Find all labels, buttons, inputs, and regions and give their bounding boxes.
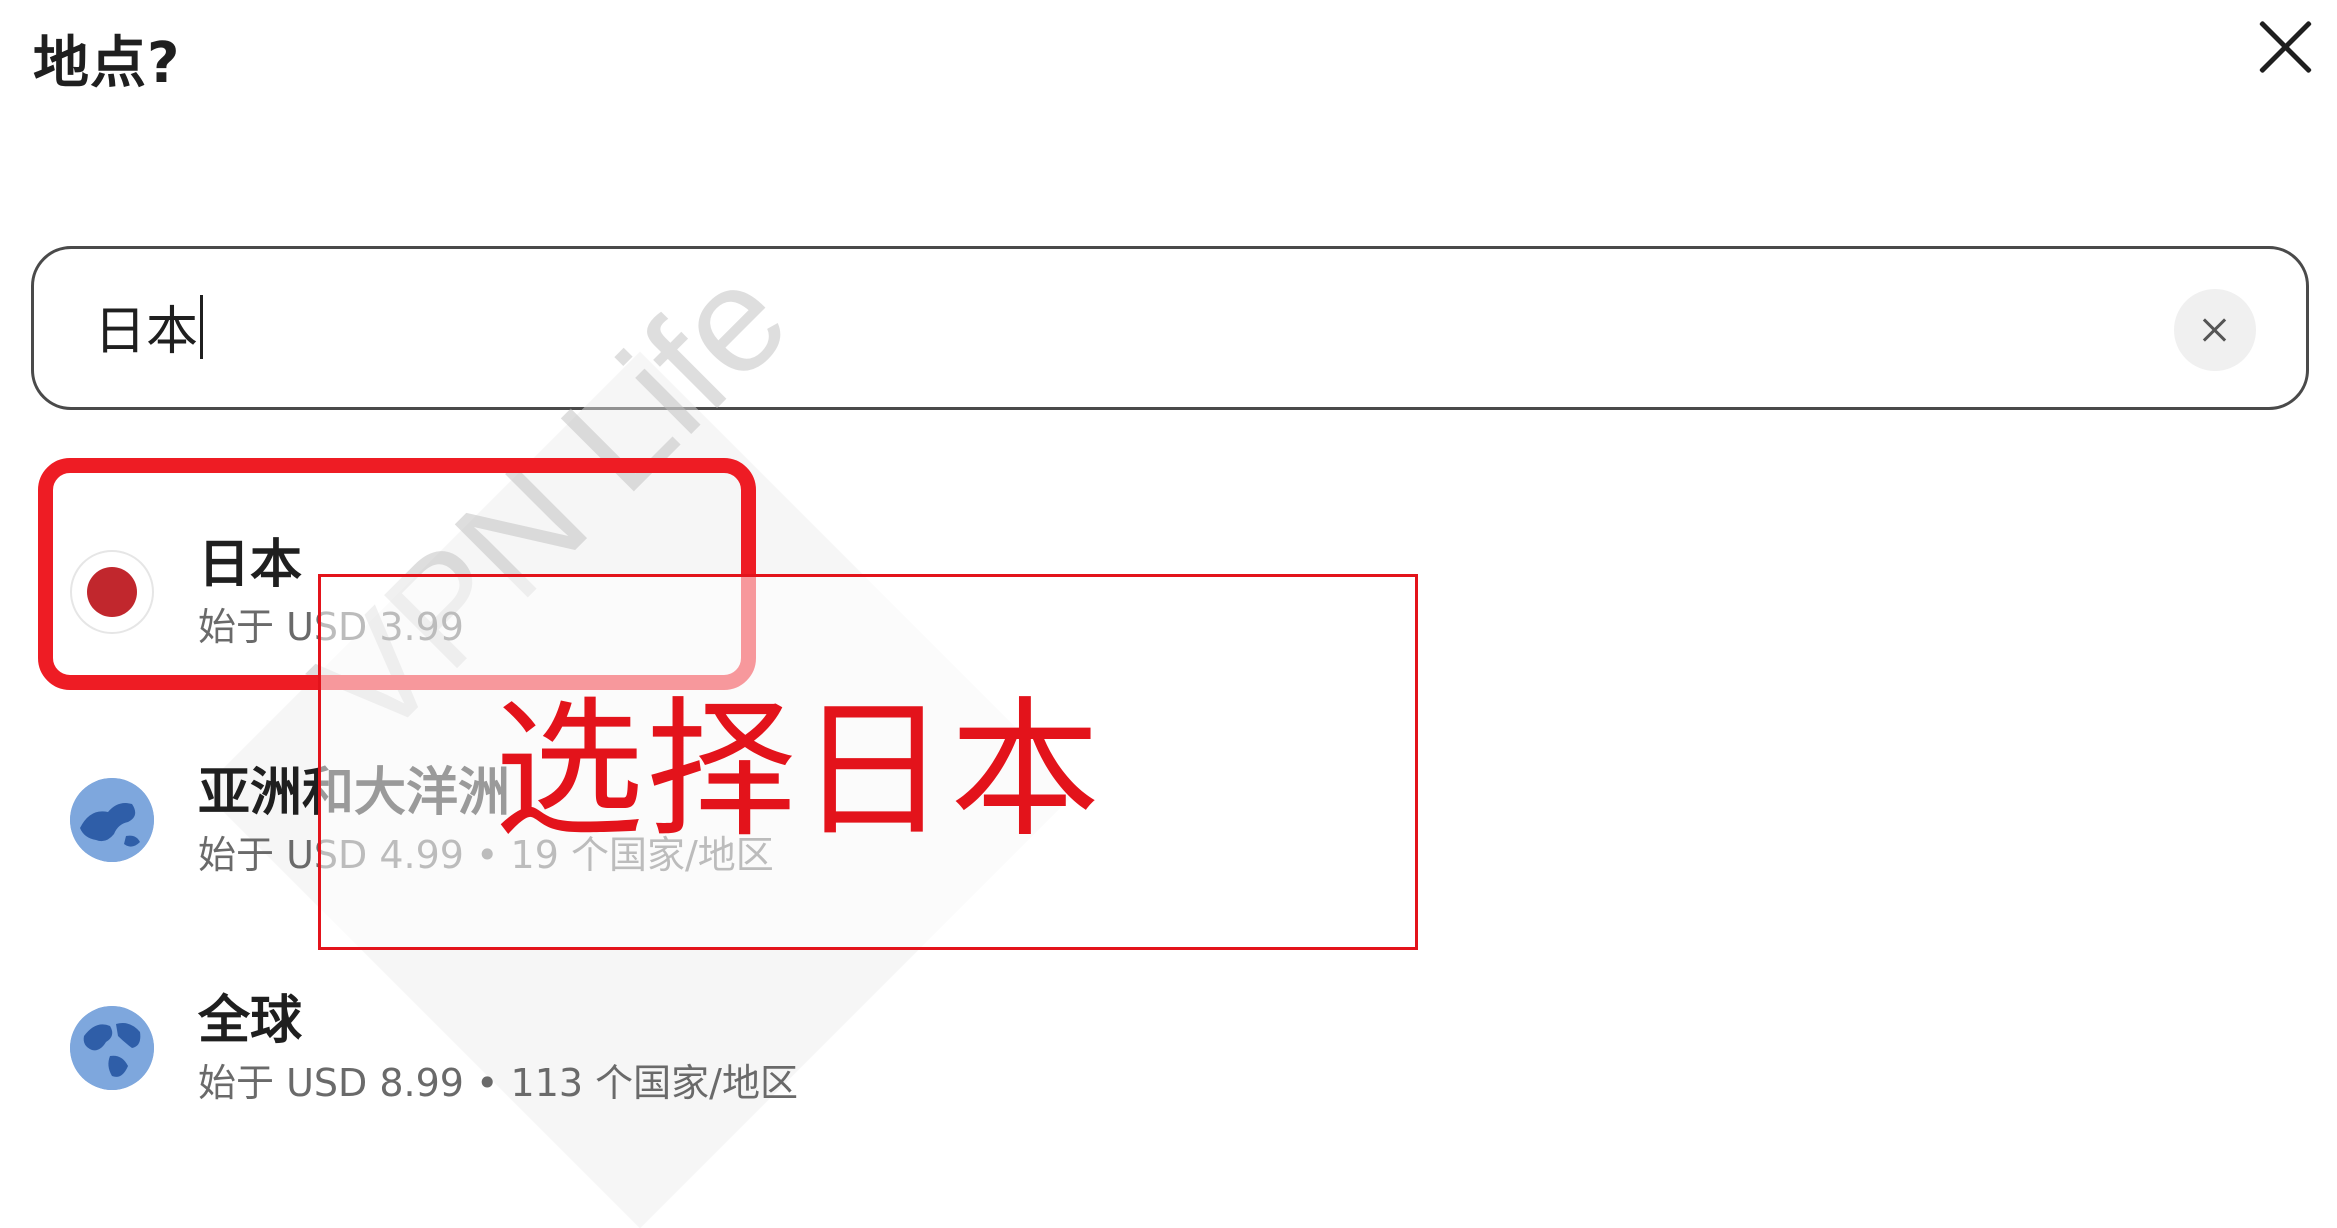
search-input[interactable]: 日本 [31,246,2309,410]
clear-search-button[interactable] [2174,289,2256,371]
search-text: 日本 [94,302,199,362]
result-name: 全球 [198,991,303,1051]
search-value[interactable]: 日本 [94,289,204,364]
annotation-callout: 选择日本 [318,574,1418,950]
result-item-global[interactable]: 全球 始于 USD 8.99 • 113 个国家/地区 [70,966,1470,1106]
close-icon[interactable] [2250,12,2320,82]
result-subtitle: 始于 USD 8.99 • 113 个国家/地区 [198,1061,798,1105]
page-title: 地点? [33,31,181,96]
text-cursor [200,294,204,359]
globe-icon [70,1006,154,1090]
annotation-text: 选择日本 [493,683,1102,858]
globe-icon [70,778,154,862]
